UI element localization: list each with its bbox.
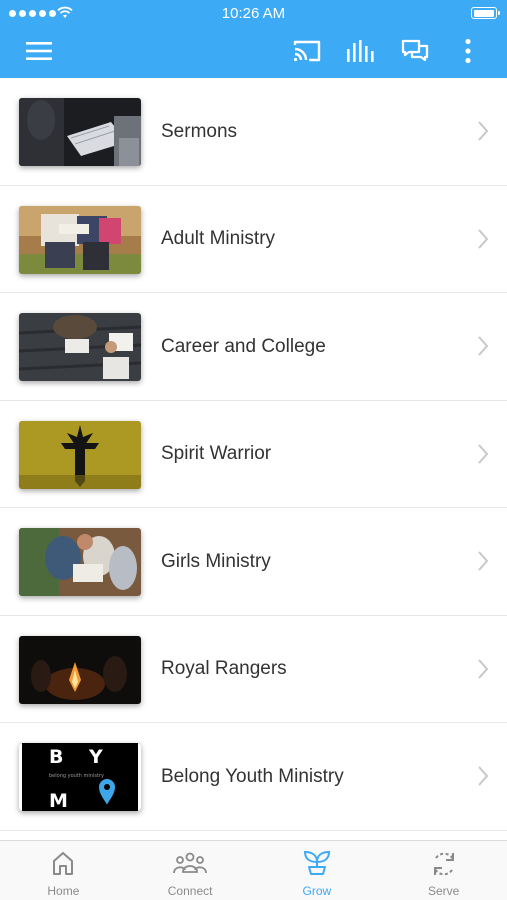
tab-grow[interactable]: Grow (254, 841, 381, 900)
cast-icon[interactable] (290, 34, 324, 68)
list-item-title: Royal Rangers (161, 658, 287, 679)
svg-text:M: M (49, 790, 68, 811)
more-vertical-icon[interactable] (451, 34, 485, 68)
svg-text:Y: Y (88, 746, 103, 768)
list-item-title: Adult Ministry (161, 228, 276, 249)
people-icon (173, 852, 208, 874)
hamburger-menu-icon[interactable] (22, 34, 56, 68)
list-item-royal-rangers[interactable]: Royal Rangers (0, 616, 507, 723)
list-item-title: Girls Ministry (161, 550, 271, 572)
tab-serve[interactable]: Serve (380, 841, 507, 900)
ministry-list: Sermons Adult Ministry Career and Colleg… (0, 78, 507, 840)
list-item-spirit-warrior[interactable]: Spirit Warrior (0, 401, 507, 508)
app-header: 10:26 AM (0, 0, 507, 78)
tab-label: Connect (167, 884, 213, 898)
list-item-belong-youth-ministry[interactable]: B Y M belong youth ministry Belong Youth… (0, 723, 507, 831)
status-time: 10:26 AM (221, 5, 286, 22)
tab-label: Serve (427, 884, 460, 898)
adult-ministry-thumbnail (19, 205, 141, 274)
battery-icon (471, 7, 500, 19)
chevron-right-icon (478, 336, 489, 356)
girls-ministry-thumbnail (19, 528, 141, 596)
chevron-right-icon (478, 228, 489, 249)
chat-bubbles-icon[interactable] (398, 34, 432, 68)
sermons-thumbnail (19, 98, 141, 166)
chevron-right-icon (478, 658, 489, 679)
tab-connect[interactable]: Connect (127, 841, 254, 900)
list-item-girls-ministry[interactable]: Girls Ministry (0, 508, 507, 616)
chevron-right-icon (478, 551, 489, 571)
list-item-adult-ministry[interactable]: Adult Ministry (0, 186, 507, 293)
list-item-title: Career and College (161, 335, 326, 357)
audio-bars-icon[interactable] (343, 34, 377, 68)
list-item-career-and-college[interactable]: Career and College (0, 293, 507, 401)
chevron-right-icon (478, 121, 489, 141)
list-item-title: Sermons (161, 120, 238, 142)
sprout-icon (303, 850, 330, 875)
svg-text:B: B (49, 746, 63, 768)
chevron-right-icon (478, 443, 489, 464)
spirit-warrior-thumbnail (19, 420, 141, 489)
status-bar: 10:26 AM (0, 0, 507, 26)
career-college-thumbnail (19, 313, 141, 381)
royal-rangers-thumbnail (19, 635, 141, 704)
house-icon (53, 852, 74, 875)
tab-label: Home (47, 884, 80, 898)
list-item-sermons[interactable]: Sermons (0, 78, 507, 186)
svg-text:belong youth ministry: belong youth ministry (49, 773, 104, 779)
tab-label: Grow (302, 884, 332, 898)
refresh-arrows-icon (433, 852, 454, 876)
list-item-title: Belong Youth Ministry (161, 765, 344, 787)
chevron-right-icon (478, 766, 489, 786)
bottom-tab-bar: Home Connect Grow Serve (0, 840, 507, 900)
belong-youth-ministry-thumbnail: B Y M belong youth ministry (19, 743, 141, 811)
tab-home[interactable]: Home (0, 841, 127, 900)
list-item-title: Spirit Warrior (161, 443, 272, 464)
